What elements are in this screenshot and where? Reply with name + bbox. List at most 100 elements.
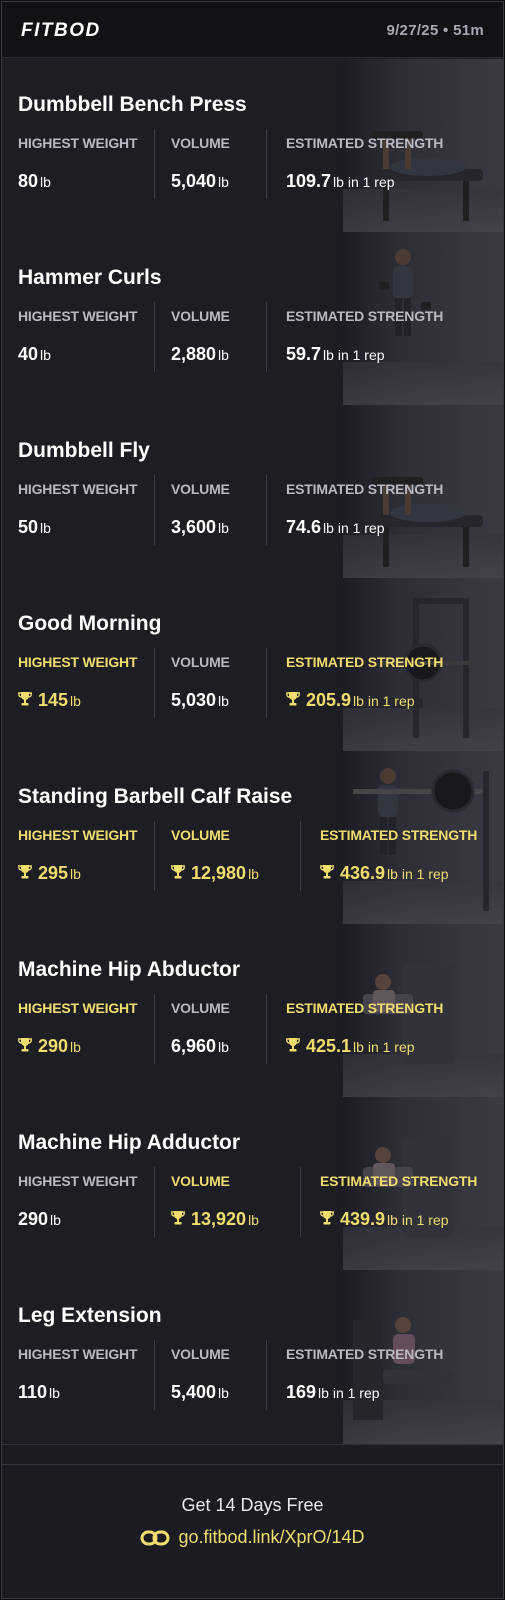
trophy-icon [320,1211,334,1225]
estimated-strength-label: ESTIMATED STRENGTH [320,827,478,843]
stat-unit: lb in 1 rep [353,1039,415,1055]
stat-divider [266,1340,267,1410]
exercise-card: Dumbbell Fly HIGHEST WEIGHT 50 lb VOLUME … [2,405,503,580]
highest-weight-stat: HIGHEST WEIGHT 290 lb [18,1173,138,1230]
stat-unit: lb in 1 rep [333,174,395,190]
highest-weight-label: HIGHEST WEIGHT [18,1173,138,1189]
estimated-strength-label: ESTIMATED STRENGTH [286,308,444,324]
highest-weight-stat: HIGHEST WEIGHT 80 lb [18,135,138,192]
volume-label: VOLUME [171,827,230,843]
stat-unit: lb [40,174,51,190]
stat-unit: lb [248,866,259,882]
stat-divider [154,129,155,199]
estimated-strength-value: 439.9 lb in 1 rep [320,1209,477,1230]
exercise-name: Dumbbell Fly [18,439,150,462]
estimated-strength-label: ESTIMATED STRENGTH [286,1346,444,1362]
volume-label: VOLUME [171,135,230,151]
stat-unit: lb [50,1212,61,1228]
trophy-icon [171,865,185,879]
trophy-icon [171,1211,185,1225]
stat-number: 74.6 [286,517,322,537]
highest-weight-label: HIGHEST WEIGHT [18,827,138,843]
highest-weight-label: HIGHEST WEIGHT [18,481,138,497]
volume-value: 5,030 lb [171,690,230,711]
stat-number: 439.9 [340,1209,386,1229]
volume-label: VOLUME [171,1000,230,1016]
stat-divider [154,475,155,545]
estimated-strength-value: 425.1 lb in 1 rep [286,1036,443,1057]
stat-unit: lb [218,1039,229,1055]
link-icon [140,1530,170,1546]
highest-weight-label: HIGHEST WEIGHT [18,308,138,324]
stat-divider [266,994,267,1064]
stat-unit: lb in 1 rep [353,693,415,709]
highest-weight-value: 40 lb [18,344,137,365]
stat-divider [154,648,155,718]
stat-number: 50 [18,517,39,537]
trophy-icon [18,865,32,879]
stat-divider [154,302,155,372]
estimated-strength-stat: ESTIMATED STRENGTH 109.7 lb in 1 rep [286,135,443,192]
stat-divider [266,302,267,372]
stat-divider [154,1340,155,1410]
estimated-strength-stat: ESTIMATED STRENGTH 59.7 lb in 1 rep [286,308,443,365]
stat-number: 205.9 [306,690,352,710]
exercise-card: Leg Extension HIGHEST WEIGHT 110 lb VOLUM… [2,1270,503,1445]
footer: Get 14 Days Free go.fitbod.link/XprO/14D [2,1464,503,1598]
volume-stat: VOLUME 5,040 lb [171,135,230,192]
exercise-card: Standing Barbell Calf Raise HIGHEST WEIG… [2,751,503,926]
promo-link[interactable]: go.fitbod.link/XprO/14D [2,1527,503,1548]
stat-divider [154,994,155,1064]
volume-label: VOLUME [171,308,230,324]
exercise-card: Machine Hip Adductor HIGHEST WEIGHT 290 l… [2,1097,503,1272]
stat-unit: lb in 1 rep [387,866,449,882]
stat-unit: lb [40,520,51,536]
volume-label: VOLUME [171,1173,230,1189]
stat-number: 13,920 [191,1209,247,1229]
stat-divider [300,1167,301,1237]
stat-number: 3,600 [171,517,217,537]
volume-value: 2,880 lb [171,344,230,365]
volume-stat: VOLUME 5,030 lb [171,654,230,711]
promo-link-text[interactable]: go.fitbod.link/XprO/14D [178,1527,364,1547]
workout-date-duration: 9/27/25 • 51m [386,22,484,39]
fitbod-logo: FITBOD [21,20,101,41]
stat-number: 5,400 [171,1382,217,1402]
stat-number: 295 [38,863,69,883]
trophy-icon [286,692,300,706]
cta-text: Get 14 Days Free [181,1495,324,1515]
exercise-name: Hammer Curls [18,266,162,289]
stat-unit: lb [218,174,229,190]
stat-number: 290 [38,1036,69,1056]
highest-weight-stat: HIGHEST WEIGHT 290 lb [18,1000,138,1057]
stat-divider [300,821,301,891]
stat-number: 6,960 [171,1036,217,1056]
stat-divider [266,129,267,199]
highest-weight-value: 290 lb [18,1036,137,1057]
exercise-name: Leg Extension [18,1304,162,1327]
stat-number: 40 [18,344,39,364]
estimated-strength-label: ESTIMATED STRENGTH [286,654,444,670]
stat-unit: lb [40,347,51,363]
stat-unit: lb in 1 rep [323,520,385,536]
stat-unit: lb [218,1385,229,1401]
highest-weight-stat: HIGHEST WEIGHT 295 lb [18,827,138,884]
stat-divider [266,648,267,718]
estimated-strength-value: 169 lb in 1 rep [286,1382,443,1403]
stat-unit: lb [70,693,81,709]
stat-number: 169 [286,1382,317,1402]
estimated-strength-value: 74.6 lb in 1 rep [286,517,443,538]
stat-unit: lb [218,347,229,363]
stat-unit: lb [248,1212,259,1228]
stat-divider [154,821,155,891]
estimated-strength-stat: ESTIMATED STRENGTH 425.1 lb in 1 rep [286,1000,443,1057]
highest-weight-stat: HIGHEST WEIGHT 40 lb [18,308,138,365]
stat-unit: lb in 1 rep [387,1212,449,1228]
stat-number: 59.7 [286,344,322,364]
estimated-strength-value: 436.9 lb in 1 rep [320,863,477,884]
estimated-strength-value: 205.9 lb in 1 rep [286,690,443,711]
exercise-name: Machine Hip Abductor [18,958,241,981]
stat-number: 436.9 [340,863,386,883]
header: FITBOD 9/27/25 • 51m [2,2,503,58]
workout-summary: FITBOD 9/27/25 • 51m Dumbbell Bench Pres… [1,1,504,1599]
